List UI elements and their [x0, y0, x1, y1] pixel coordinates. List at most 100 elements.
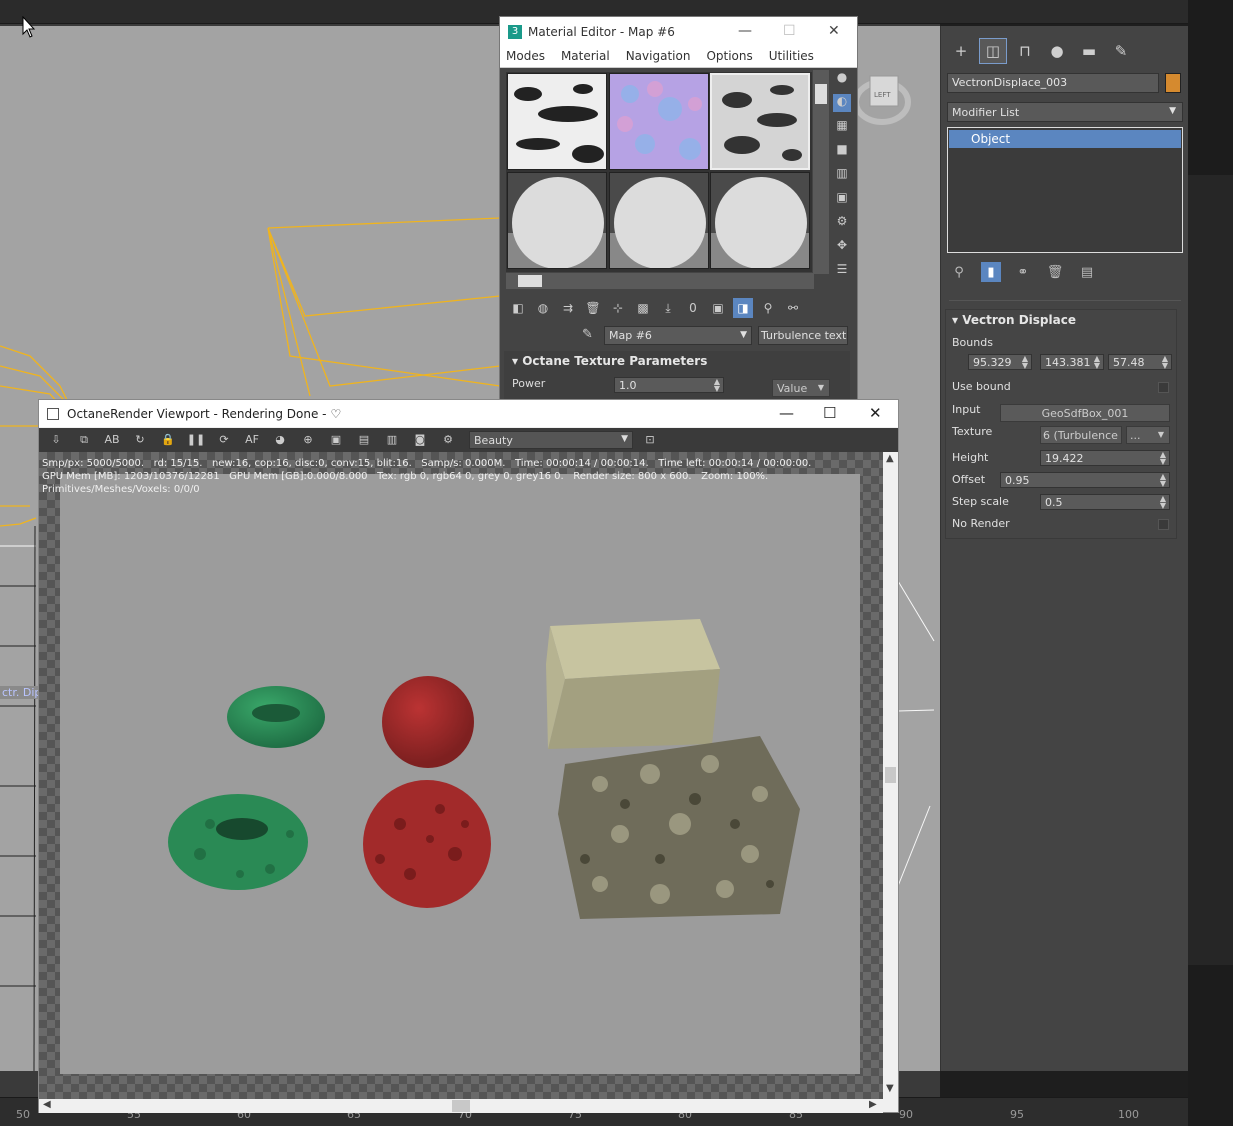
reset-map-trash-icon[interactable]: 🗑 — [583, 298, 603, 318]
region-render-icon[interactable]: ▣ — [325, 430, 347, 450]
rollout-header[interactable]: ▾ Vectron Displace — [946, 310, 1176, 330]
texture-options-button[interactable]: ... ▼ — [1126, 426, 1170, 444]
go-to-parent-icon[interactable]: ⚲ — [758, 298, 778, 318]
restart-render-icon[interactable]: ↻ — [129, 430, 151, 450]
scroll-left-icon[interactable]: ◀ — [43, 1099, 51, 1110]
modifier-list-dropdown[interactable]: Modifier List ▼ — [947, 102, 1183, 122]
octane-titlebar[interactable]: OctaneRender Viewport - Rendering Done -… — [39, 400, 898, 427]
show-end-result-icon[interactable]: ▮ — [981, 262, 1001, 282]
menu-modes[interactable]: Modes — [506, 46, 553, 67]
value-dropdown[interactable]: Value ▼ — [772, 379, 830, 397]
scrollbar-thumb[interactable] — [452, 1100, 470, 1112]
menu-navigation[interactable]: Navigation — [626, 46, 699, 67]
height-spinner[interactable]: 19.422 ▲ ▼ — [1040, 450, 1170, 466]
hierarchy-tab-icon[interactable]: ⊓ — [1011, 38, 1039, 64]
focus-target-icon[interactable]: ⊕ — [297, 430, 319, 450]
object-name-field[interactable]: VectronDisplace_003 — [947, 73, 1159, 93]
scroll-right-icon[interactable]: ▶ — [869, 1099, 877, 1110]
material-map-navigator-icon[interactable]: ☰ — [833, 262, 851, 280]
options-icon[interactable]: ⚙ — [833, 214, 851, 232]
map-type-button[interactable]: Turbulence texture — [758, 326, 848, 345]
menu-utilities[interactable]: Utilities — [769, 46, 822, 67]
make-unique-icon[interactable]: ▩ — [633, 298, 653, 318]
lock-icon[interactable]: 🔒 — [157, 430, 179, 450]
eyedropper-icon[interactable]: ✎ — [582, 327, 593, 342]
background-checker-icon[interactable]: ▦ — [833, 118, 851, 136]
create-tab-plus-icon[interactable]: + — [947, 38, 975, 64]
power-spinner[interactable]: 1.0 ▲ ▼ — [614, 377, 724, 393]
configure-modifier-sets-icon[interactable]: ▤ — [1077, 262, 1097, 282]
sample-slot[interactable] — [507, 172, 607, 269]
minimize-icon[interactable]: — — [738, 23, 752, 39]
minimize-icon[interactable]: — — [779, 404, 794, 422]
use-bound-checkbox[interactable] — [1158, 382, 1169, 393]
show-end-result-icon[interactable]: ◨ — [733, 298, 753, 318]
render-area[interactable] — [39, 452, 883, 1099]
autofocus-icon[interactable]: AF — [241, 430, 263, 450]
sample-slot[interactable] — [507, 73, 607, 170]
slots-horizontal-scrollbar[interactable] — [506, 273, 814, 289]
select-by-material-icon[interactable]: ✥ — [833, 238, 851, 256]
sample-slot[interactable] — [609, 172, 709, 269]
modify-tab-icon[interactable]: ◫ — [979, 38, 1007, 64]
display-tab-icon[interactable]: ▬ — [1075, 38, 1103, 64]
sample-uv-tiling-icon[interactable]: ■ — [833, 142, 851, 160]
show-in-viewport-icon[interactable]: ▣ — [708, 298, 728, 318]
remove-modifier-trash-icon[interactable]: 🗑 — [1045, 262, 1065, 282]
material-picker-icon[interactable]: ▥ — [381, 430, 403, 450]
maximize-icon[interactable]: ☐ — [783, 23, 796, 39]
scrollbar-thumb[interactable] — [885, 767, 896, 783]
settings-gear-icon[interactable]: ⚙ — [437, 430, 459, 450]
camera-icon[interactable]: ◙ — [409, 430, 431, 450]
ab-compare-icon[interactable]: AB — [101, 430, 123, 450]
scroll-down-icon[interactable]: ▼ — [886, 1083, 894, 1094]
assign-to-selection-icon[interactable]: ⇉ — [558, 298, 578, 318]
menu-material[interactable]: Material — [561, 46, 618, 67]
make-copy-icon[interactable]: ⊹ — [608, 298, 628, 318]
send-scene-icon[interactable]: ⇩ — [45, 430, 67, 450]
get-material-icon[interactable]: ◧ — [508, 298, 528, 318]
bounds-y-spinner[interactable]: 143.381 ▲ ▼ — [1040, 354, 1104, 370]
input-pick-button[interactable]: GeoSdfBox_001 — [1000, 404, 1170, 422]
scrollbar-thumb[interactable] — [518, 275, 542, 287]
step-scale-spinner[interactable]: 0.5 ▲ ▼ — [1040, 494, 1170, 510]
bounds-x-spinner[interactable]: 95.329 ▲ ▼ — [968, 354, 1032, 370]
map-name-dropdown[interactable]: Map #6 ▼ — [604, 326, 752, 345]
scroll-up-icon[interactable]: ▲ — [886, 453, 894, 464]
slots-vertical-scrollbar[interactable] — [813, 70, 829, 274]
sample-type-sphere-icon[interactable]: ● — [833, 70, 851, 88]
material-editor-titlebar[interactable]: 3 Material Editor - Map #6 — ☐ ✕ — [500, 17, 857, 46]
render-pass-dropdown[interactable]: Beauty ▼ — [469, 431, 633, 449]
motion-tab-icon[interactable]: ● — [1043, 38, 1071, 64]
rollout-header[interactable]: ▾ Octane Texture Parameters — [504, 351, 850, 371]
copy-render-icon[interactable]: ⧉ — [73, 430, 95, 450]
scrollbar-thumb[interactable] — [815, 84, 827, 104]
render-horizontal-scrollbar[interactable]: ◀ ▶ — [39, 1099, 883, 1113]
sample-slot[interactable] — [609, 73, 709, 170]
film-region-icon[interactable]: ▤ — [353, 430, 375, 450]
texture-map-button[interactable]: 6 (Turbulence te — [1040, 426, 1122, 444]
render-vertical-scrollbar[interactable]: ▲ ▼ — [883, 452, 898, 1099]
utilities-tab-wrench-icon[interactable]: ✎ — [1107, 38, 1135, 64]
stack-item-object[interactable]: Object — [949, 130, 1181, 148]
offset-spinner[interactable]: 0.95 ▲ ▼ — [1000, 472, 1170, 488]
sample-slot-selected[interactable] — [710, 73, 810, 170]
viewcube-icon[interactable]: LEFT — [858, 62, 918, 132]
color-picker-icon[interactable]: ◕ — [269, 430, 291, 450]
backlight-icon[interactable]: ◐ — [833, 94, 851, 112]
maximize-icon[interactable]: ☐ — [823, 404, 836, 422]
favorite-heart-icon[interactable]: ♡ — [330, 407, 341, 421]
fit-image-icon[interactable]: ⊡ — [639, 430, 661, 450]
bounds-z-spinner[interactable]: 57.48 ▲ ▼ — [1108, 354, 1172, 370]
close-icon[interactable]: ✕ — [869, 404, 882, 422]
pin-stack-icon[interactable]: ⚲ — [949, 262, 969, 282]
sample-slot[interactable] — [710, 172, 810, 269]
make-unique-icon[interactable]: ⚭ — [1013, 262, 1033, 282]
put-to-scene-icon[interactable]: ◍ — [533, 298, 553, 318]
close-icon[interactable]: ✕ — [828, 23, 840, 39]
pause-icon[interactable]: ❚❚ — [185, 430, 207, 450]
menu-options[interactable]: Options — [706, 46, 760, 67]
no-render-checkbox[interactable] — [1158, 519, 1169, 530]
refresh-icon[interactable]: ⟳ — [213, 430, 235, 450]
make-preview-icon[interactable]: ▣ — [833, 190, 851, 208]
